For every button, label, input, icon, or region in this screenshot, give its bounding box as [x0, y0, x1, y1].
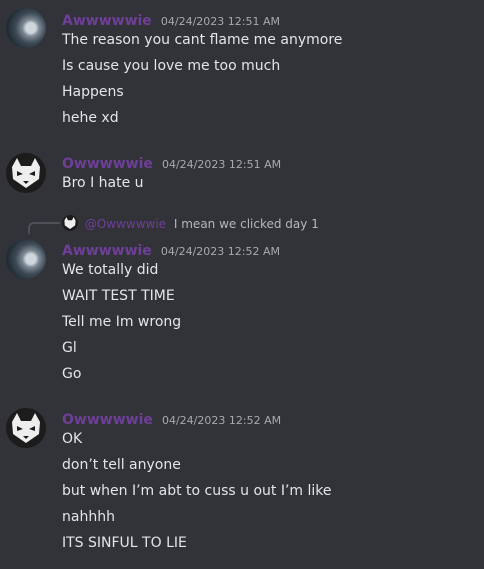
username[interactable]: Awwwwwie	[62, 243, 152, 259]
reply-spine	[28, 222, 60, 234]
message-text: but when I’m abt to cuss u out I’m like	[62, 483, 332, 499]
message-text: The reason you cant flame me anymore	[62, 32, 343, 48]
message-text: hehe xd	[62, 110, 119, 126]
message-text: Happens	[62, 84, 124, 100]
message-text: OK	[62, 431, 83, 447]
avatar[interactable]	[6, 408, 46, 448]
reply-preview[interactable]: @Owwwwwie I mean we clicked day 1	[62, 215, 319, 231]
message-text: nahhhh	[62, 509, 115, 525]
message-text: Tell me Im wrong	[62, 314, 182, 330]
message-text: We totally did	[62, 262, 159, 278]
message-text: Is cause you love me too much	[62, 58, 281, 74]
message-text: Go	[62, 366, 82, 382]
message-timestamp: 04/24/2023 12:51 AM	[161, 158, 282, 171]
cat-avatar-icon	[6, 153, 46, 193]
message-text: Gl	[62, 340, 77, 356]
username[interactable]: Owwwwwie	[62, 156, 153, 172]
avatar[interactable]	[6, 153, 46, 193]
reply-mention[interactable]: @Owwwwwie	[85, 217, 166, 231]
message-text: WAIT TEST TIME	[62, 288, 175, 304]
reply-text: I mean we clicked day 1	[173, 217, 319, 231]
avatar[interactable]	[6, 8, 46, 48]
message-timestamp: 04/24/2023 12:52 AM	[161, 414, 282, 427]
message-text: ITS SINFUL TO LIE	[62, 535, 187, 551]
message-timestamp: 04/24/2023 12:51 AM	[160, 15, 280, 28]
username[interactable]: Owwwwwie	[62, 412, 153, 428]
message-text: Bro I hate u	[62, 175, 144, 191]
avatar[interactable]	[6, 239, 46, 279]
reply-avatar-icon	[62, 215, 78, 231]
message-timestamp: 04/24/2023 12:52 AM	[160, 245, 280, 258]
message-text: don’t tell anyone	[62, 457, 181, 473]
username[interactable]: Awwwwwie	[62, 13, 152, 29]
cat-avatar-icon	[6, 408, 46, 448]
